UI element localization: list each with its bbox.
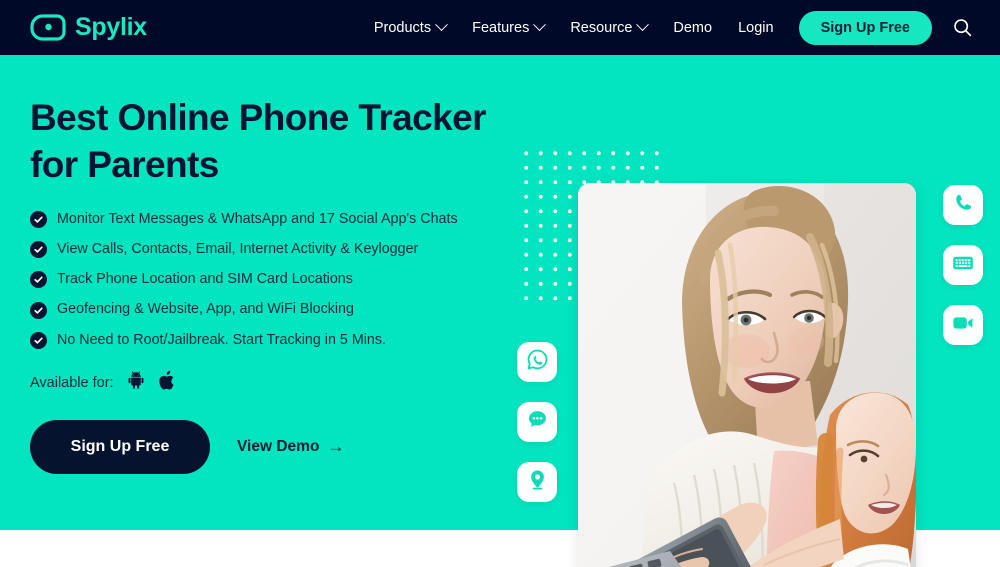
available-label: Available for:: [30, 374, 114, 391]
list-item: Geofencing & Website, App, and WiFi Bloc…: [30, 301, 510, 319]
location-pin-icon: [526, 468, 549, 496]
floating-badge-call[interactable]: [943, 185, 983, 225]
feature-text: View Calls, Contacts, Email, Internet Ac…: [57, 241, 419, 258]
check-circle-icon: [30, 331, 47, 349]
check-circle-icon: [30, 241, 47, 259]
arrow-right-icon: →: [327, 437, 345, 457]
nav-label-demo: Demo: [673, 19, 713, 36]
headline-line-2: for Parents: [30, 143, 219, 185]
chevron-down-icon: [636, 18, 650, 32]
list-item: No Need to Root/Jailbreak. Start Trackin…: [30, 332, 510, 349]
nav-item-resource[interactable]: Resource: [557, 18, 660, 36]
floating-badge-location[interactable]: [517, 462, 557, 502]
check-circle-icon: [30, 271, 47, 289]
floating-badge-keylogger[interactable]: [943, 245, 983, 285]
brand-name: Spylix: [75, 13, 147, 41]
chevron-down-icon: [435, 18, 448, 32]
hero-cta-row: Sign Up Free View Demo →: [30, 419, 510, 474]
android-icon: [126, 370, 146, 395]
view-demo-link[interactable]: View Demo →: [237, 438, 344, 456]
chat-bubble-icon: [526, 408, 549, 436]
nav-links: Products Features Resource Demo Login Si…: [361, 10, 1000, 45]
apple-icon: [158, 370, 177, 396]
check-circle-icon: [30, 211, 47, 229]
floating-badge-whatsapp[interactable]: [517, 342, 557, 382]
hero-section: Best Online Phone Tracker for Parents Mo…: [0, 55, 1000, 567]
signup-free-button[interactable]: Sign Up Free: [30, 419, 210, 474]
feature-list: Monitor Text Messages & WhatsApp and 17 …: [30, 211, 510, 349]
floating-badge-chat[interactable]: [517, 402, 557, 442]
hero-photo: [578, 183, 916, 567]
phone-icon: [952, 192, 974, 219]
nav-label-login: Login: [738, 19, 774, 36]
headline-line-1: Best Online Phone Tracker: [30, 97, 486, 138]
feature-text: Geofencing & Website, App, and WiFi Bloc…: [57, 301, 354, 318]
available-platforms: Available for:: [30, 370, 510, 396]
nav-item-products[interactable]: Products: [361, 18, 459, 36]
floating-badge-video[interactable]: [943, 305, 983, 345]
top-navigation-bar: Spylix Products Features Resource Demo L…: [0, 0, 1000, 55]
video-camera-icon: [951, 311, 975, 340]
spylix-eye-logo-icon: [30, 14, 66, 41]
navbar-signup-button[interactable]: Sign Up Free: [798, 10, 932, 45]
brand-logo[interactable]: Spylix: [30, 14, 147, 41]
list-item: View Calls, Contacts, Email, Internet Ac…: [30, 241, 510, 259]
nav-label-resource: Resource: [570, 19, 633, 36]
list-item: Monitor Text Messages & WhatsApp and 17 …: [30, 210, 510, 229]
nav-label-products: Products: [373, 19, 432, 36]
check-circle-icon: [30, 301, 47, 319]
page-root: Spylix Products Features Resource Demo L…: [0, 0, 1000, 567]
view-demo-label: View Demo: [237, 437, 320, 455]
nav-item-features[interactable]: Features: [459, 18, 557, 36]
hero-copy: Best Online Phone Tracker for Parents Mo…: [30, 95, 510, 474]
keyboard-icon: [951, 251, 975, 280]
page-title: Best Online Phone Tracker for Parents: [30, 95, 510, 189]
whatsapp-icon: [526, 348, 549, 376]
chevron-down-icon: [533, 18, 547, 32]
nav-item-demo[interactable]: Demo: [660, 20, 725, 36]
feature-text: Monitor Text Messages & WhatsApp and 17 …: [57, 210, 458, 227]
feature-text: No Need to Root/Jailbreak. Start Trackin…: [57, 331, 386, 348]
search-icon[interactable]: [950, 16, 974, 40]
nav-label-features: Features: [472, 19, 530, 36]
list-item: Track Phone Location and SIM Card Locati…: [30, 271, 510, 289]
feature-text: Track Phone Location and SIM Card Locati…: [57, 271, 353, 288]
nav-item-login[interactable]: Login: [725, 20, 786, 36]
